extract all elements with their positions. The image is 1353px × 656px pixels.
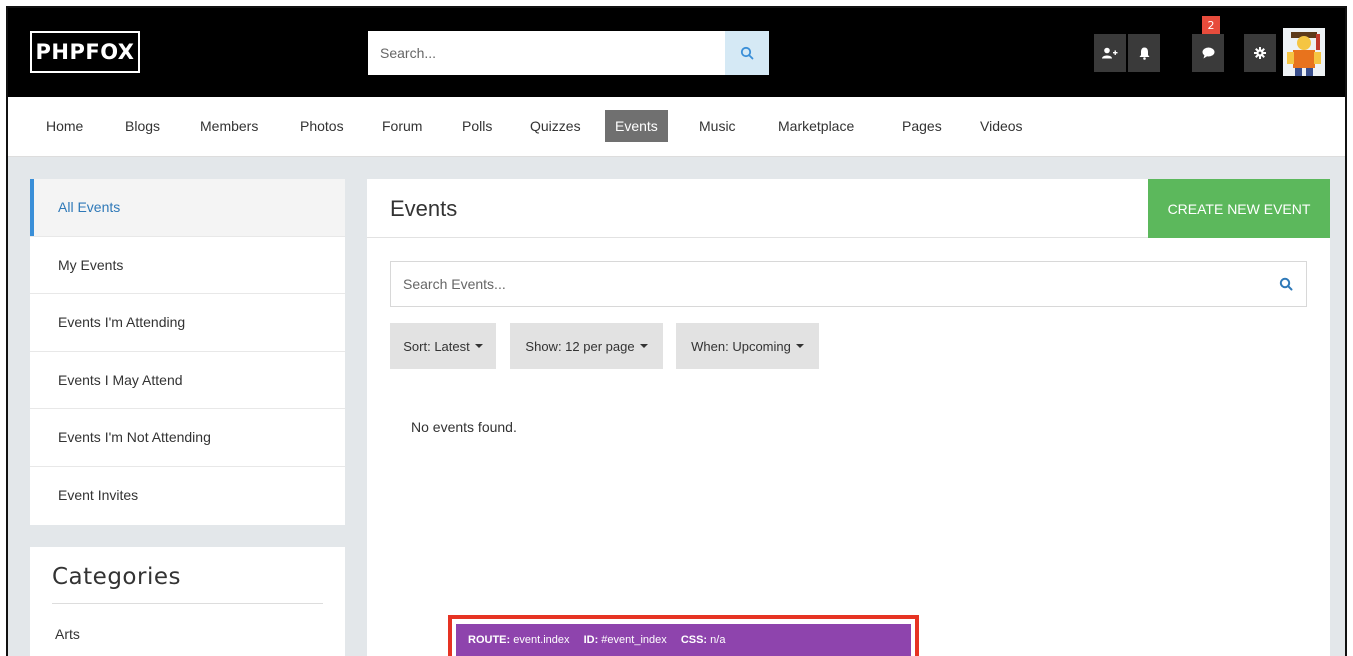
events-main-panel: Events CREATE NEW EVENT Sort: Latest Sho… bbox=[367, 179, 1330, 656]
search-icon bbox=[740, 46, 754, 60]
chevron-down-icon bbox=[474, 344, 483, 348]
create-new-event-button[interactable]: CREATE NEW EVENT bbox=[1148, 179, 1330, 238]
when-filter-dropdown[interactable]: When: Upcoming bbox=[676, 323, 819, 369]
global-search-input[interactable] bbox=[368, 31, 725, 75]
nav-item-videos[interactable]: Videos bbox=[970, 110, 1033, 142]
notifications-button[interactable] bbox=[1128, 34, 1160, 72]
top-header: PHPFOX Search... 2 bbox=[8, 8, 1345, 97]
site-logo[interactable]: PHPFOX bbox=[30, 31, 140, 73]
page-title: Events bbox=[390, 196, 458, 221]
nav-item-members[interactable]: Members bbox=[190, 110, 268, 142]
sidebar-item-event-invites[interactable]: Event Invites bbox=[30, 467, 345, 525]
settings-button[interactable] bbox=[1244, 34, 1276, 72]
nav-item-photos[interactable]: Photos bbox=[290, 110, 354, 142]
categories-card: Categories Arts bbox=[30, 547, 345, 656]
debug-id-label: ID: bbox=[583, 634, 599, 646]
messages-badge: 2 bbox=[1202, 16, 1220, 34]
empty-state-message: No events found. bbox=[411, 419, 517, 435]
debug-id-value: #event_index bbox=[601, 634, 667, 646]
nav-item-music[interactable]: Music bbox=[689, 110, 746, 142]
events-sidebar-menu: All Events My Events Events I'm Attendin… bbox=[30, 179, 345, 525]
events-search-input[interactable] bbox=[391, 276, 1266, 292]
sort-filter-label: Sort: Latest bbox=[403, 338, 470, 354]
when-filter-label: When: Upcoming bbox=[691, 338, 791, 354]
events-search bbox=[390, 261, 1307, 307]
debug-route-label: ROUTE: bbox=[468, 634, 511, 646]
nav-item-quizzes[interactable]: Quizzes bbox=[520, 110, 591, 142]
add-friend-button[interactable] bbox=[1094, 34, 1126, 72]
gear-icon bbox=[1254, 47, 1266, 59]
nav-item-polls[interactable]: Polls bbox=[452, 110, 502, 142]
chevron-down-icon bbox=[795, 344, 804, 348]
global-search bbox=[368, 31, 769, 75]
messages-button[interactable] bbox=[1192, 34, 1224, 72]
category-item-arts[interactable]: Arts bbox=[52, 626, 323, 642]
sidebar-item-may-attend[interactable]: Events I May Attend bbox=[30, 352, 345, 410]
show-filter-label: Show: 12 per page bbox=[525, 338, 635, 354]
debug-route-bar: ROUTE: event.index ID: #event_index CSS:… bbox=[456, 624, 911, 656]
avatar-figure-icon bbox=[1283, 28, 1325, 76]
sidebar-item-attending[interactable]: Events I'm Attending bbox=[30, 294, 345, 352]
nav-item-marketplace[interactable]: Marketplace bbox=[768, 110, 864, 142]
sort-filter-dropdown[interactable]: Sort: Latest bbox=[390, 323, 496, 369]
nav-item-home[interactable]: Home bbox=[36, 110, 93, 142]
app-frame: PHPFOX Search... 2 Home Blogs Members Ph… bbox=[6, 6, 1347, 656]
sidebar-item-all-events[interactable]: All Events bbox=[30, 179, 345, 237]
nav-item-forum[interactable]: Forum bbox=[372, 110, 432, 142]
debug-route-value: event.index bbox=[513, 634, 570, 646]
main-nav: Home Blogs Members Photos Forum Polls Qu… bbox=[8, 97, 1345, 157]
chevron-down-icon bbox=[639, 344, 648, 348]
nav-item-blogs[interactable]: Blogs bbox=[115, 110, 170, 142]
categories-title: Categories bbox=[52, 564, 323, 604]
search-icon bbox=[1279, 277, 1293, 291]
show-filter-dropdown[interactable]: Show: 12 per page bbox=[510, 323, 663, 369]
main-header: Events CREATE NEW EVENT bbox=[367, 179, 1330, 238]
add-friend-icon bbox=[1102, 47, 1118, 59]
nav-item-pages[interactable]: Pages bbox=[892, 110, 952, 142]
debug-css-label: CSS: bbox=[680, 634, 708, 646]
events-search-button[interactable] bbox=[1266, 277, 1306, 291]
bell-icon bbox=[1139, 47, 1149, 60]
nav-item-events[interactable]: Events bbox=[605, 110, 668, 142]
global-search-button[interactable] bbox=[725, 31, 769, 75]
user-avatar[interactable] bbox=[1283, 28, 1325, 76]
sidebar-item-not-attending[interactable]: Events I'm Not Attending bbox=[30, 409, 345, 467]
chat-bubble-icon bbox=[1202, 47, 1214, 59]
sidebar-item-my-events[interactable]: My Events bbox=[30, 237, 345, 295]
debug-css-value: n/a bbox=[710, 634, 726, 646]
